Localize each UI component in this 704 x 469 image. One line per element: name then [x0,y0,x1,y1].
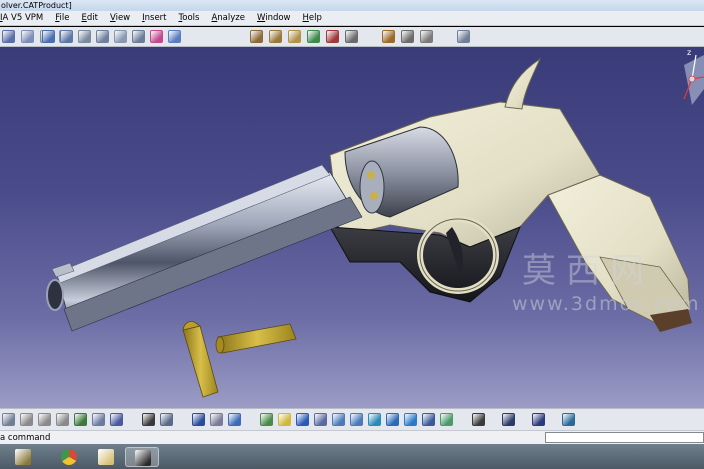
assembly-icon[interactable] [288,30,301,43]
menu-app[interactable]: IA V5 VPM [0,11,49,26]
menu-bar: IA V5 VPM File Edit View Insert Tools Analyze W… [0,11,704,26]
menu-analyze[interactable]: Analyze [205,11,251,26]
fit-all-icon[interactable] [60,30,73,43]
pan-view-icon[interactable] [296,413,309,426]
status-bar: a command [0,430,704,444]
sectioning-icon[interactable] [401,30,414,43]
cylinder-face [359,160,385,214]
cut-icon[interactable] [20,413,33,426]
cartridge-standing [182,321,219,398]
bar-chart-icon[interactable] [562,413,575,426]
normal-view-icon[interactable] [132,30,145,43]
compass-widget [683,54,704,105]
zoom-out-view-icon[interactable] [350,413,363,426]
zoom-in-view-icon[interactable] [332,413,345,426]
status-message: a command [0,433,51,443]
zoom-in-icon[interactable] [114,30,127,43]
fly-icon[interactable] [260,413,273,426]
hammer [504,57,542,110]
undo-icon[interactable] [74,413,87,426]
rotate-icon[interactable] [96,30,109,43]
3d-viewport[interactable]: 莫西网 www.3dmox.com z [0,47,704,408]
window-title: olver.CATProduct] [1,1,72,10]
menu-window[interactable]: Window [251,11,297,26]
swap-space-icon[interactable] [440,413,453,426]
normal-to-icon[interactable] [368,413,381,426]
manipulation-icon[interactable] [307,30,320,43]
sketch-icon[interactable] [2,413,15,426]
taskbar-chrome-icon [61,449,77,465]
taskbar-media-player-icon [15,449,31,465]
graph-tree-icon[interactable] [192,413,205,426]
comment-icon[interactable] [160,413,173,426]
open-icon[interactable] [21,30,34,43]
table-icon[interactable] [532,413,545,426]
compass-icon[interactable] [457,30,470,43]
multi-view-icon[interactable] [150,30,163,43]
taskbar-catia-button[interactable] [125,447,159,467]
menu-file[interactable]: File [49,11,75,26]
menu-tools[interactable]: Tools [173,11,206,26]
windows-taskbar [0,444,704,469]
revolver-model[interactable] [0,47,704,408]
link-icon[interactable] [210,413,223,426]
explode-icon[interactable] [345,30,358,43]
rotate-view-icon[interactable] [314,413,327,426]
top-toolbar [0,27,704,47]
menu-insert[interactable]: Insert [136,11,172,26]
watermark-url: www.3dmox.com [512,293,701,315]
watermark-logo: 莫西网 [522,251,654,291]
menu-view[interactable]: View [104,11,136,26]
taskbar-media-player-button[interactable] [6,447,40,467]
taskbar-catia-icon [135,450,151,466]
menu-edit[interactable]: Edit [75,11,103,26]
bottom-toolbar [0,408,704,430]
taskbar-explorer-button[interactable] [89,447,123,467]
hide-icon[interactable] [422,413,435,426]
menu-help[interactable]: Help [297,11,328,26]
what-is-this-icon[interactable] [110,413,123,426]
formula-icon[interactable] [142,413,155,426]
quick-view-icon[interactable] [168,30,181,43]
snap-icon[interactable] [326,30,339,43]
shading-icon[interactable] [404,413,417,426]
clash-icon[interactable] [382,30,395,43]
product-structure-icon[interactable] [250,30,263,43]
title-bar: olver.CATProduct] [0,0,704,11]
taskbar-explorer-icon [98,449,114,465]
new-icon[interactable] [2,30,15,43]
fit-in-icon[interactable] [278,413,291,426]
redo-icon[interactable] [92,413,105,426]
copy-icon[interactable] [38,413,51,426]
constraint-icon[interactable] [269,30,282,43]
cartridge-lying [215,323,297,354]
command-input[interactable] [545,432,704,443]
iso-view-icon[interactable] [386,413,399,426]
measure-icon[interactable] [420,30,433,43]
paste-icon[interactable] [56,413,69,426]
compass-axis-label: z [687,48,692,57]
camera-icon[interactable] [472,413,485,426]
taskbar-chrome-button[interactable] [52,447,86,467]
spin-icon[interactable] [502,413,515,426]
muzzle [46,279,64,311]
hide-show-icon[interactable] [228,413,241,426]
pan-icon[interactable] [78,30,91,43]
fly-mode-icon[interactable] [42,30,55,43]
